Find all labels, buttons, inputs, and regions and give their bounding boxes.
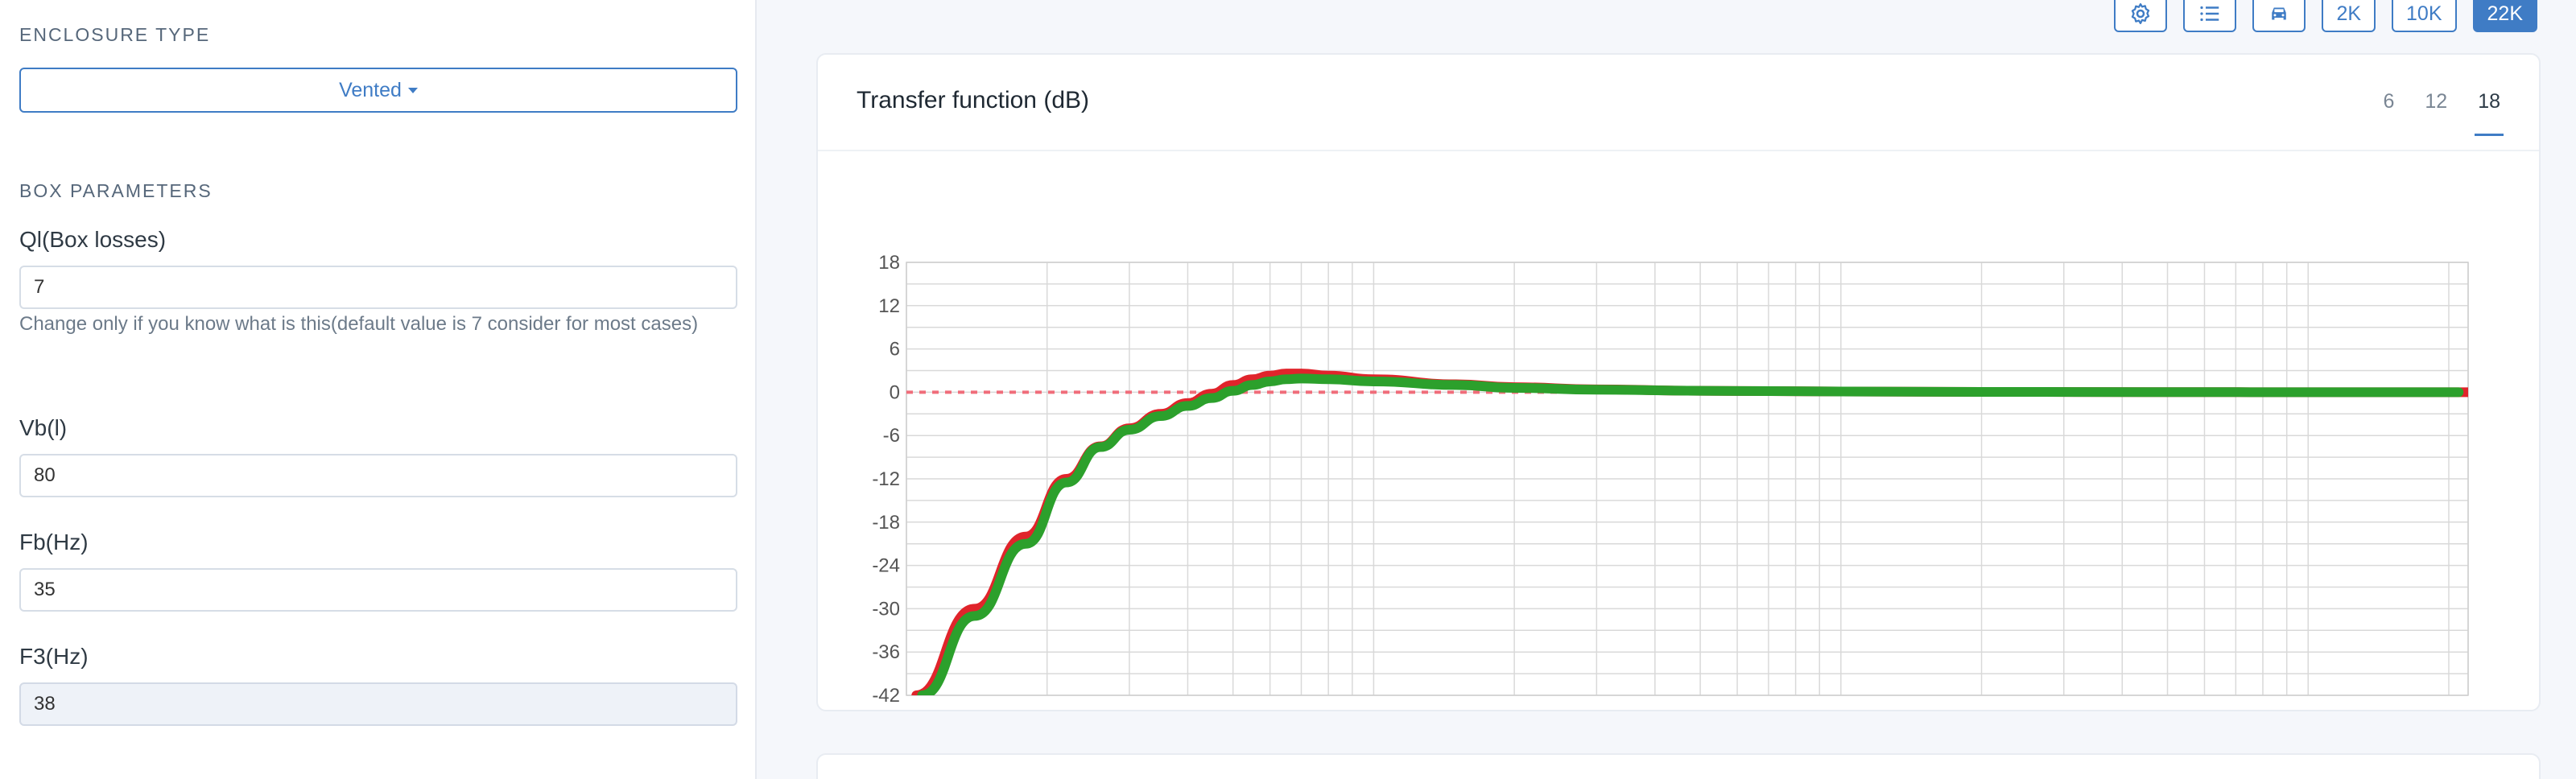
caret-down-icon bbox=[407, 87, 418, 93]
vb-input[interactable] bbox=[19, 454, 737, 497]
y-tick-label: -6 bbox=[883, 425, 900, 447]
card-title: Transfer function (dB) bbox=[857, 87, 1089, 113]
settings-panel: ENCLOSURE TYPE Vented BOX PARAMETERS Ql(… bbox=[0, 0, 757, 779]
ql-label: Ql(Box losses) bbox=[19, 227, 167, 252]
fb-label: Fb(Hz) bbox=[19, 530, 89, 554]
secondary-card bbox=[816, 753, 2541, 779]
f3-input[interactable] bbox=[19, 682, 737, 726]
enclosure-type-value: Vented bbox=[339, 78, 402, 101]
ql-help-text: Change only if you know what is this(def… bbox=[19, 313, 699, 335]
y-tick-label: 12 bbox=[878, 295, 900, 317]
y-tick-label: 0 bbox=[890, 381, 900, 403]
range-10k-button[interactable]: 10K bbox=[2392, 0, 2457, 32]
toolbar: 2K 10K 22K bbox=[2114, 0, 2537, 32]
order-tab-6[interactable]: 6 bbox=[2383, 90, 2394, 120]
x-tick-label: 2K bbox=[1970, 706, 1993, 707]
x-tick-label: 10K bbox=[2291, 706, 2326, 707]
f3-label: F3(Hz) bbox=[19, 644, 89, 669]
y-tick-label: -30 bbox=[872, 598, 900, 620]
y-tick-label: -12 bbox=[872, 468, 900, 490]
settings-button[interactable] bbox=[2114, 0, 2168, 32]
gear-icon bbox=[2132, 3, 2150, 24]
x-tick-label: 22K bbox=[2451, 706, 2486, 707]
y-tick-label: -36 bbox=[872, 641, 900, 663]
range-22k-button[interactable]: 22K bbox=[2472, 0, 2537, 32]
x-tick-label: 10 bbox=[896, 706, 918, 707]
list-icon bbox=[2200, 6, 2219, 22]
range-2k-button[interactable]: 2K bbox=[2322, 0, 2376, 32]
order-tabs: 6 12 18 bbox=[2383, 90, 2504, 136]
enclosure-type-dropdown[interactable]: Vented bbox=[19, 68, 737, 113]
y-tick-label: 6 bbox=[890, 339, 900, 361]
x-tick-label: 100 bbox=[1357, 706, 1389, 707]
y-tick-label: -42 bbox=[872, 685, 900, 707]
card-header: Transfer function (dB) 6 12 18 bbox=[818, 55, 2539, 151]
transfer-function-card: Transfer function (dB) 6 12 18 18 12 6 0 -6 -… bbox=[816, 53, 2541, 727]
enclosure-type-title: ENCLOSURE TYPE bbox=[19, 24, 211, 45]
car-button[interactable] bbox=[2252, 0, 2306, 32]
order-tab-12[interactable]: 12 bbox=[2425, 90, 2447, 120]
box-parameters-title: BOX PARAMETERS bbox=[19, 180, 213, 201]
ql-input[interactable] bbox=[19, 266, 737, 309]
x-tick-label: 1K bbox=[1829, 706, 1852, 707]
y-tick-label: 18 bbox=[878, 252, 900, 274]
x-tick-label: 20 bbox=[1036, 706, 1058, 707]
y-tick-label: -24 bbox=[872, 555, 900, 577]
fb-input[interactable] bbox=[19, 568, 737, 612]
x-tick-label: 200 bbox=[1498, 706, 1530, 707]
vb-label: Vb(l) bbox=[19, 415, 68, 440]
series-line-2 bbox=[917, 373, 2464, 695]
transfer-function-chart: 18 12 6 0 -6 -12 -18 -24 -30 -36 -4210 20 50 100 200 30… bbox=[872, 252, 2486, 727]
car-icon bbox=[2272, 7, 2287, 20]
order-tab-18[interactable]: 18 bbox=[2475, 90, 2504, 136]
x-tick-label: 50 bbox=[1222, 706, 1244, 707]
x-tick-label: 300 bbox=[1580, 706, 1612, 707]
y-tick-label: -18 bbox=[872, 512, 900, 534]
list-button[interactable] bbox=[2183, 0, 2237, 32]
chart-area: 18 12 6 0 -6 -12 -18 -24 -30 -36 -4210 20 50 100 200 30… bbox=[818, 151, 2539, 727]
